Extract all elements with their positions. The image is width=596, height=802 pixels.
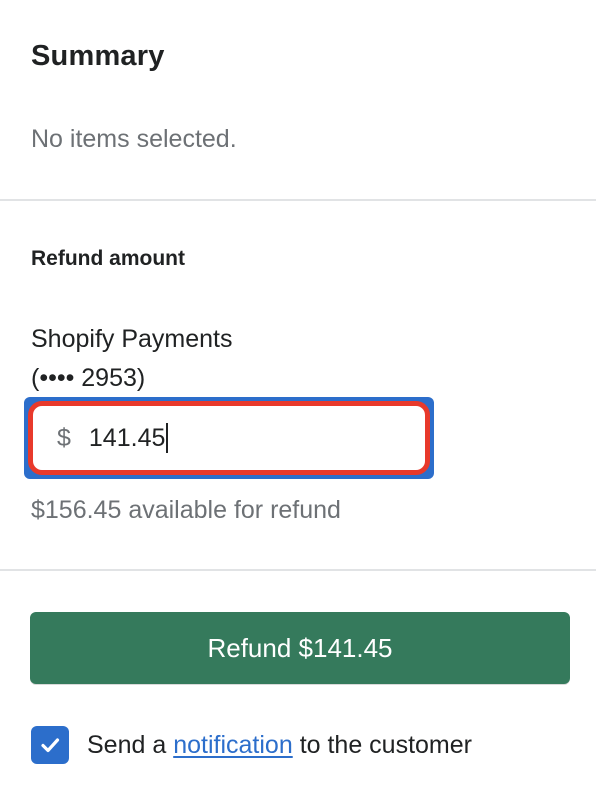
refund-button[interactable]: Refund $141.45 xyxy=(30,612,570,684)
summary-empty-text: No items selected. xyxy=(31,125,237,153)
payment-card-mask: (•••• 2953) xyxy=(31,364,146,392)
notification-label-after: to the customer xyxy=(299,730,472,759)
refund-amount-value: 141.45 xyxy=(88,423,166,452)
send-notification-row[interactable]: Send a notification to the customer xyxy=(31,726,472,764)
available-for-refund-text: $156.45 available for refund xyxy=(31,496,341,524)
summary-section: Summary No items selected. xyxy=(0,0,596,201)
summary-title: Summary xyxy=(31,40,165,72)
refund-side-panel: Summary No items selected. Refund amount… xyxy=(0,0,596,802)
notification-link[interactable]: notification xyxy=(173,731,293,759)
send-notification-checkbox[interactable] xyxy=(31,726,69,764)
send-notification-label: Send a notification to the customer xyxy=(87,731,472,760)
refund-amount-section: Refund amount Shopify Payments (•••• 295… xyxy=(0,201,596,571)
refund-amount-heading: Refund amount xyxy=(31,247,185,270)
refund-amount-field[interactable]: $ 141.45 xyxy=(28,401,430,475)
refund-amount-input[interactable]: 141.45 xyxy=(88,423,169,453)
refund-amount-focus-ring: $ 141.45 xyxy=(24,397,434,479)
check-icon xyxy=(41,738,60,753)
notification-label-before: Send a xyxy=(87,730,167,759)
currency-prefix: $ xyxy=(57,423,71,452)
payment-gateway-name: Shopify Payments xyxy=(31,325,233,353)
text-caret xyxy=(166,423,169,453)
payment-gateway-label: Shopify Payments (•••• 2953) xyxy=(31,320,331,398)
